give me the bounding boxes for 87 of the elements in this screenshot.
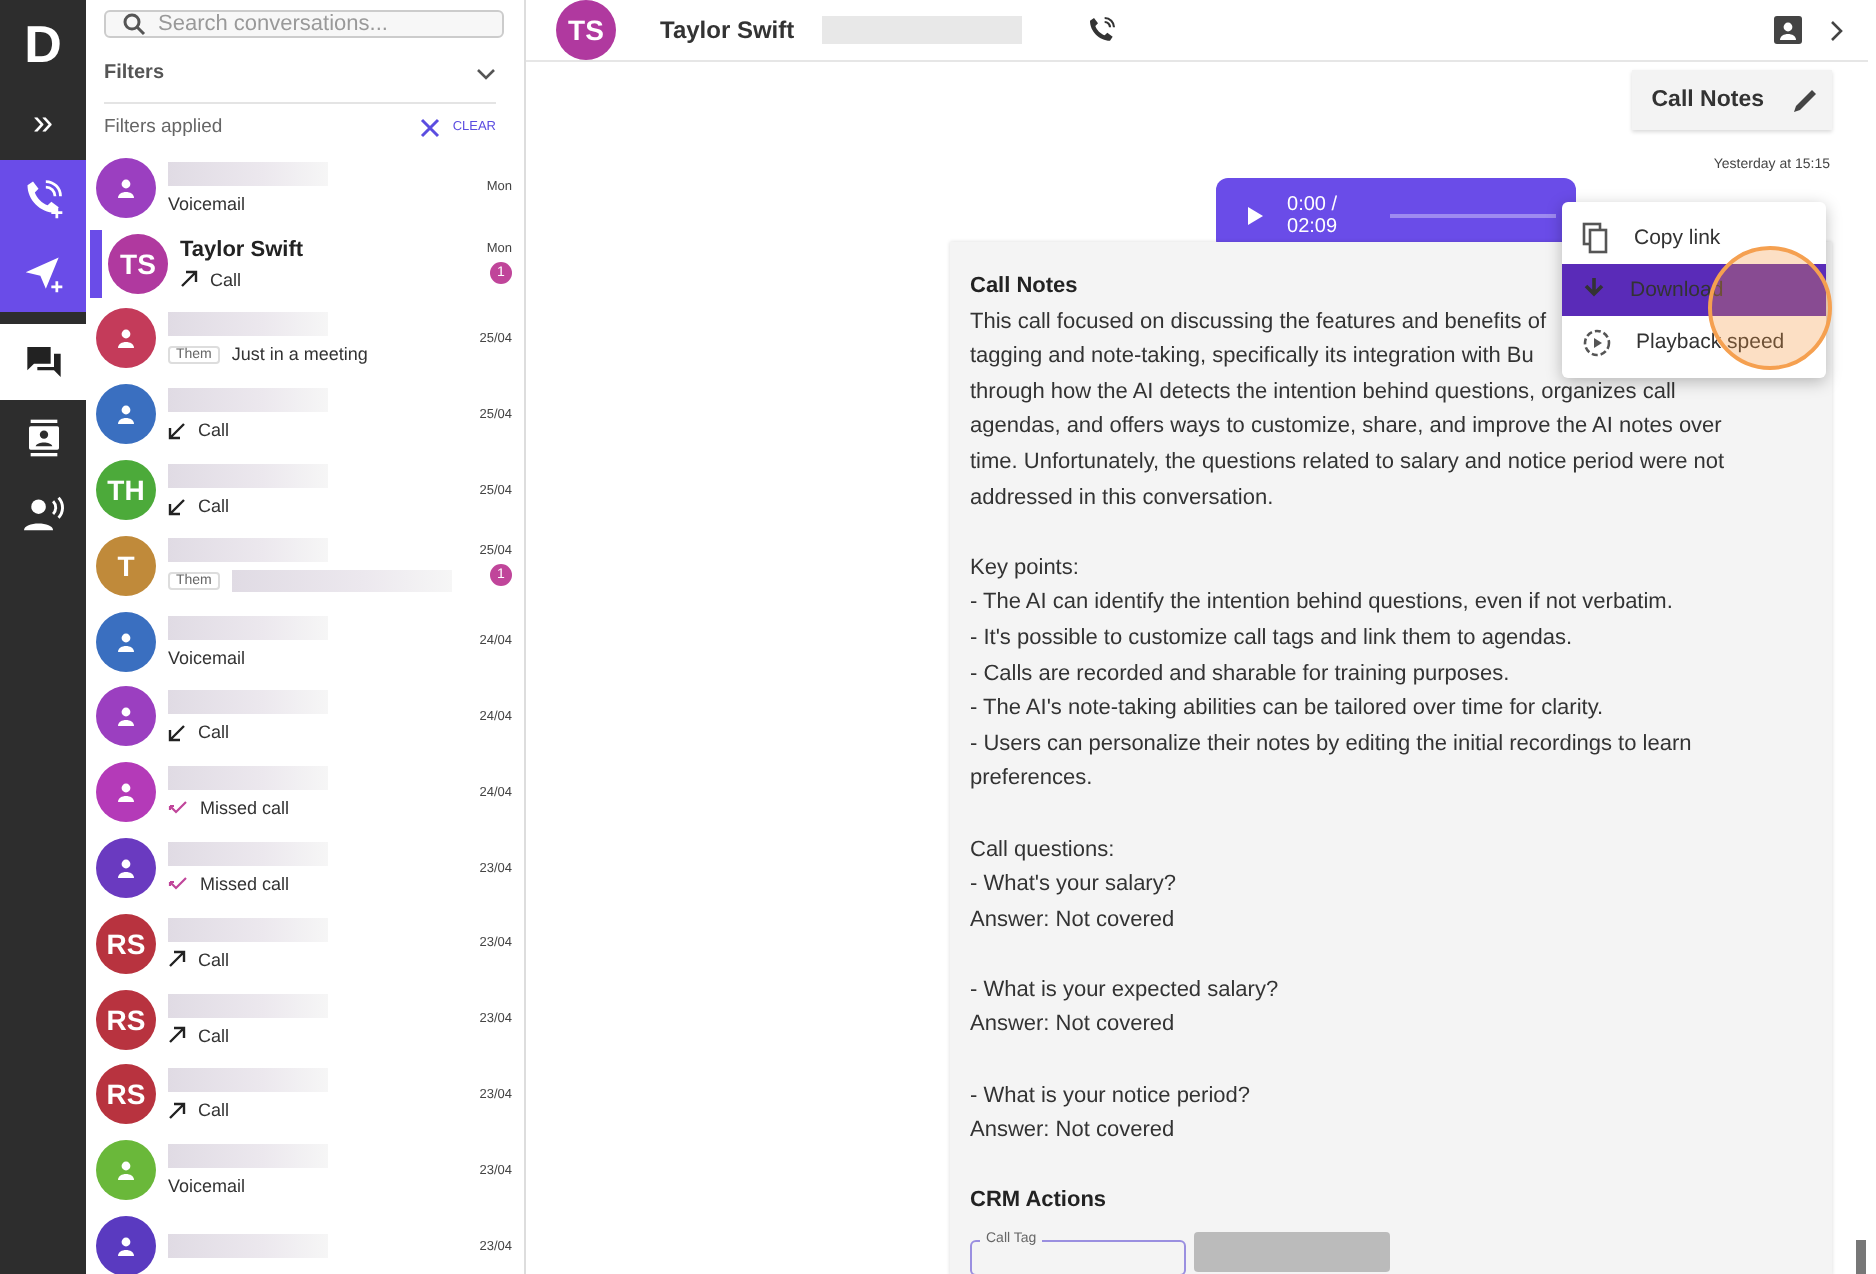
expand-button[interactable]: » xyxy=(0,84,86,160)
outgoing-arrow-icon xyxy=(168,1026,186,1045)
notes-line: This call focused on discussing the features and benefits of xyxy=(970,307,1547,338)
copy-icon xyxy=(1582,222,1610,254)
notes-line: - It's possible to customize call tags and link them to agendas. xyxy=(970,623,1573,654)
person-icon xyxy=(116,177,136,198)
notes-line: Answer: Not covered xyxy=(970,1116,1175,1147)
notes-line: Answer: Not covered xyxy=(970,1010,1175,1041)
search-icon xyxy=(122,12,146,36)
preview-text: Just in a meeting xyxy=(231,344,368,365)
close-icon xyxy=(420,117,441,137)
notes-line: - The AI can identify the intention behind questions, even if not verbatim. xyxy=(970,588,1673,619)
avatar: RS xyxy=(96,1064,156,1125)
notes-line: time. Unfortunately, the questions related to salary and notice period were not xyxy=(970,447,1725,478)
outgoing-arrow-icon xyxy=(168,1101,186,1120)
chevron-icon xyxy=(476,67,496,79)
notes-heading: Call Notes xyxy=(970,272,1078,302)
menu-item[interactable]: Copy link xyxy=(1562,212,1826,264)
person-icon xyxy=(116,858,136,879)
preview-text: Call xyxy=(198,722,230,743)
notes-heading: CRM Actions xyxy=(970,1186,1107,1217)
call-notes-button[interactable]: Call Notes xyxy=(1631,70,1832,130)
person-icon xyxy=(116,328,136,349)
chat-icon xyxy=(23,342,63,382)
notes-line: - What's your salary? xyxy=(970,870,1176,901)
notes-line: - Calls are recorded and sharable for training purposes. xyxy=(970,659,1510,690)
preview-text: Missed call xyxy=(200,798,290,819)
contact-card-icon[interactable] xyxy=(1774,16,1802,44)
search-field[interactable]: Search conversations... xyxy=(104,10,504,38)
notes-line: - What is your notice period? xyxy=(970,1081,1251,1112)
notes-line: Call questions: xyxy=(970,835,1115,865)
avatar: TS xyxy=(108,233,168,294)
incoming-arrow-icon xyxy=(168,421,186,440)
person-icon xyxy=(116,706,136,727)
notes-line: agendas, and offers ways to customize, share, and improve the AI notes over xyxy=(970,412,1722,443)
notes-line: addressed in this conversation. xyxy=(970,483,1274,514)
preview-text: Voicemail xyxy=(168,193,246,214)
notes-line: preferences. xyxy=(970,764,1093,795)
outgoing-arrow-icon xyxy=(180,270,198,289)
notes-line: - What is your expected salary? xyxy=(970,975,1279,1006)
person-icon xyxy=(116,404,136,425)
scrollbar-thumb[interactable] xyxy=(1856,1240,1866,1274)
avatar: TS xyxy=(556,0,616,60)
chevron-right-icon[interactable] xyxy=(1830,19,1844,41)
notes-line: - Users can personalize their notes by editing the initial recordings to learn xyxy=(970,729,1692,760)
person-icon xyxy=(116,1236,136,1257)
preview-text: Missed call xyxy=(200,874,290,895)
outgoing-arrow-icon xyxy=(168,950,186,969)
playback-time: 0:00 / 02:09 xyxy=(1287,193,1340,237)
contact-name: Taylor Swift xyxy=(660,16,795,44)
filters-applied-label: Filters applied xyxy=(104,116,223,138)
incoming-arrow-icon xyxy=(168,497,186,516)
missed-call-icon xyxy=(168,800,188,817)
preview-text: Call xyxy=(198,1025,230,1046)
app-logo: D xyxy=(22,12,64,78)
pencil-icon xyxy=(1792,86,1820,114)
person-icon xyxy=(116,631,136,652)
filters-dropdown[interactable]: Filters xyxy=(104,54,496,104)
menu-item[interactable]: Playback speed xyxy=(1562,316,1826,368)
notes-line: through how the AI detects the intention behind questions, organizes call xyxy=(970,377,1676,408)
playback-speed-icon xyxy=(1582,327,1612,357)
notes-line: tagging and note-taking, specifically its integration with Bu xyxy=(970,342,1534,373)
preview-text: Call xyxy=(198,496,230,517)
notes-line: Answer: Not covered xyxy=(970,905,1175,936)
missed-call-icon xyxy=(168,876,188,893)
send-plus-icon xyxy=(21,252,65,296)
preview-text: Call xyxy=(198,420,230,441)
notes-line: - The AI's note-taking abilities can be tailored over time for clarity. xyxy=(970,694,1604,725)
preview-text: Call xyxy=(198,1100,230,1121)
person-icon xyxy=(116,1160,136,1181)
phone-signal-icon xyxy=(1086,14,1119,46)
avatar: T xyxy=(96,535,156,596)
speaking-person-icon xyxy=(21,494,65,534)
avatar: TH xyxy=(96,460,156,521)
contact-name: Taylor Swift xyxy=(180,237,306,262)
avatar: RS xyxy=(96,989,156,1050)
nav-item[interactable] xyxy=(0,324,86,400)
avatar: RS xyxy=(96,913,156,974)
contact-card-icon xyxy=(23,418,63,458)
notes-line: Key points: xyxy=(970,553,1079,584)
preview-text: Call xyxy=(198,949,230,970)
play-icon xyxy=(1248,203,1264,227)
person-icon xyxy=(116,782,136,803)
preview-text: Voicemail xyxy=(168,647,246,668)
incoming-arrow-icon xyxy=(168,723,186,742)
preview-text: Voicemail xyxy=(168,1176,246,1197)
preview-text: Call xyxy=(210,269,242,290)
